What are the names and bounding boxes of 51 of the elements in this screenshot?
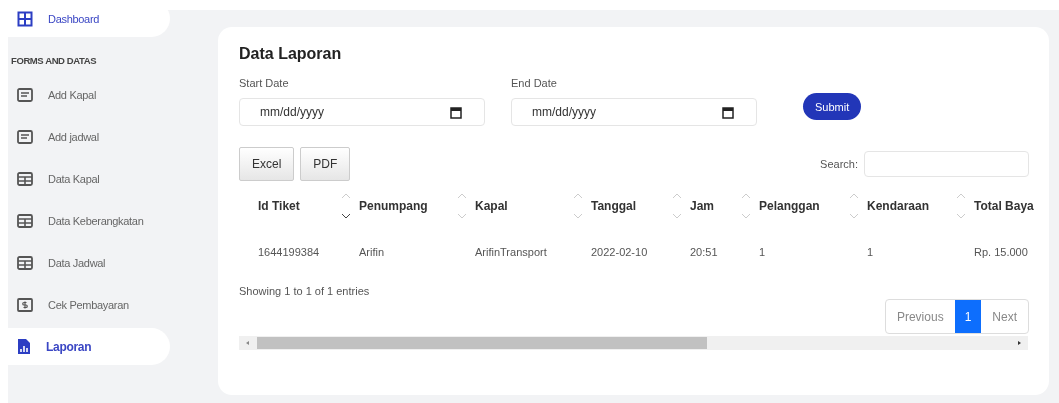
export-button[interactable]: Excel [239, 147, 295, 181]
table-cell: Arifin [359, 246, 385, 258]
search-label: Search: [820, 158, 858, 170]
table-cell: ArifinTransport [475, 246, 547, 258]
sidebar-item[interactable]: Add Kapal [0, 76, 170, 114]
table-cell: 2022-02-10 [591, 246, 648, 258]
sidebar-item[interactable]: Data Kapal [0, 160, 170, 198]
dollar-icon [17, 298, 33, 312]
table-icon [17, 256, 33, 270]
export-button[interactable]: PDF [300, 147, 351, 181]
field-label: Start Date [239, 77, 290, 89]
sidebar-item[interactable]: Add jadwal [0, 118, 170, 156]
column-header[interactable]: Penumpang [359, 199, 428, 213]
table-icon [17, 214, 33, 228]
scroll-left-icon[interactable] [245, 340, 251, 346]
column-header[interactable]: Id Tiket [258, 199, 300, 213]
column-header[interactable]: Jam [690, 199, 715, 213]
form-icon [17, 88, 33, 102]
calendar-icon [450, 105, 462, 119]
search-field[interactable] [864, 151, 1029, 177]
date-field[interactable]: mm/dd/yyyy [239, 98, 485, 126]
table-cell: 1644199384 [258, 246, 320, 258]
pagination-button[interactable]: Previous [885, 300, 955, 333]
date-field[interactable]: mm/dd/yyyy [511, 98, 757, 126]
grid-icon [17, 10, 33, 27]
sidebar-item[interactable]: Data Keberangkatan [0, 202, 170, 240]
table-cell: 1 [867, 246, 874, 258]
column-header[interactable]: Total Baya [974, 199, 1034, 213]
table-cell: Rp. 15.000 [974, 246, 1028, 258]
table-icon [17, 172, 33, 186]
sidebar-item[interactable]: Data Jadwal [0, 244, 170, 282]
scroll-right-icon[interactable] [1016, 340, 1022, 346]
section-heading: FORMS AND DATAS [10, 55, 98, 66]
column-header[interactable]: Kapal [475, 199, 508, 213]
column-header[interactable]: Kendaraan [867, 199, 930, 213]
entries-info: Showing 1 to 1 of 1 entries [239, 285, 370, 297]
pagination-button[interactable]: 1 [954, 300, 982, 333]
field-label: End Date [511, 77, 558, 89]
table-cell: 1 [759, 246, 766, 258]
calendar-icon [722, 105, 734, 119]
sort-icon[interactable] [341, 193, 351, 219]
card-title: Data Laporan [239, 45, 343, 63]
submit-button[interactable]: Submit [803, 93, 862, 120]
column-header[interactable]: Tanggal [591, 199, 637, 213]
form-icon [17, 130, 33, 144]
table-cell: 20:51 [690, 246, 718, 258]
horizontal-scrollbar[interactable] [239, 336, 1028, 350]
sidebar-item[interactable]: Cek Pembayaran [0, 286, 170, 324]
pagination-button[interactable]: Next [981, 300, 1028, 333]
report-icon [17, 338, 31, 355]
column-header[interactable]: Pelanggan [759, 199, 820, 213]
